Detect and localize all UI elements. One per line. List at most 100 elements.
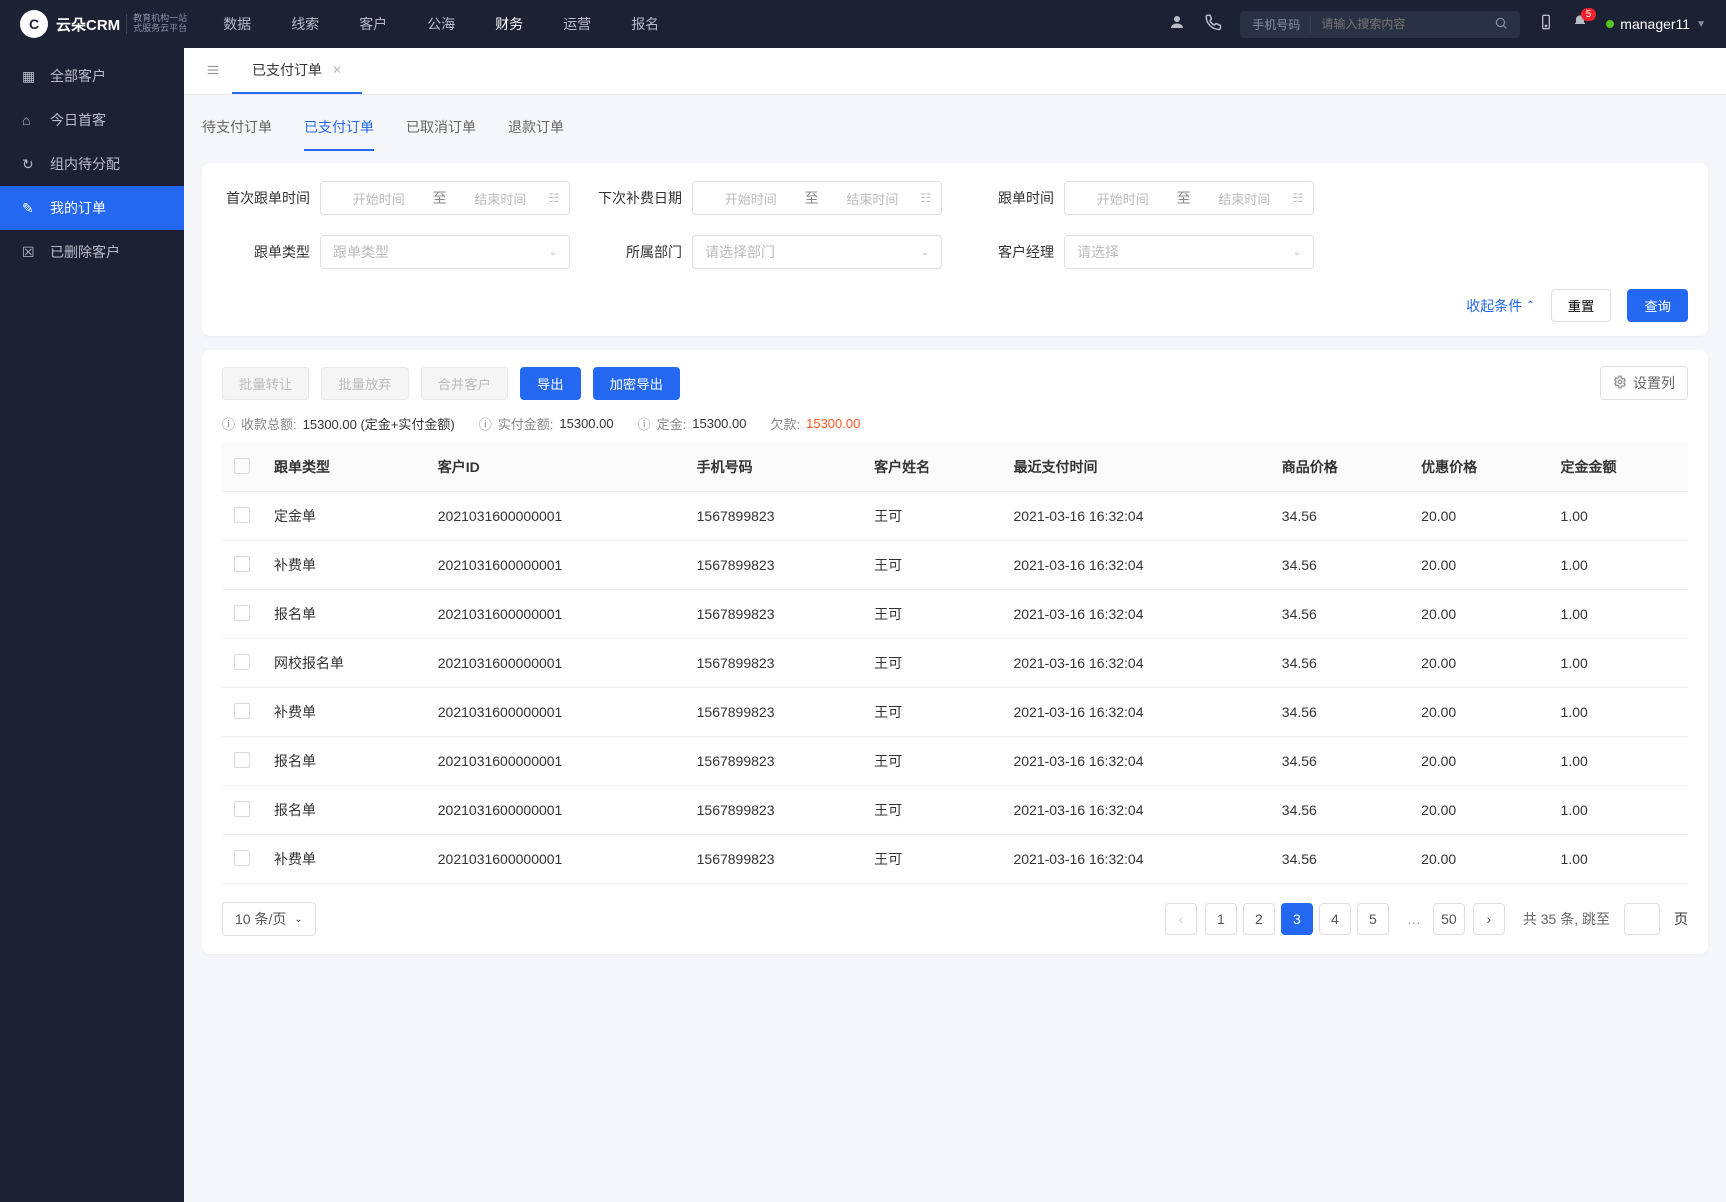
user-icon[interactable] bbox=[1168, 13, 1186, 36]
topnav-item-2[interactable]: 客户 bbox=[353, 14, 393, 34]
page-button-2[interactable]: 2 bbox=[1243, 903, 1275, 935]
column-header: 定金金额 bbox=[1549, 443, 1688, 492]
phone-icon[interactable] bbox=[1204, 13, 1222, 36]
sub-tab-2[interactable]: 已取消订单 bbox=[406, 109, 476, 151]
row-checkbox[interactable] bbox=[234, 605, 250, 621]
sidebar-item-label: 今日首客 bbox=[50, 110, 106, 130]
sub-tab-1[interactable]: 已支付订单 bbox=[304, 109, 374, 151]
table-row[interactable]: 报名单20210316000000011567899823王可2021-03-1… bbox=[222, 786, 1688, 835]
query-button[interactable]: 查询 bbox=[1627, 289, 1688, 322]
order-sub-tabs: 待支付订单已支付订单已取消订单退款订单 bbox=[202, 109, 1708, 151]
next-fee-daterange[interactable]: 开始时间 至 结束时间 ☷ bbox=[692, 181, 942, 215]
search-icon[interactable] bbox=[1494, 16, 1508, 33]
cell: 20.00 bbox=[1409, 639, 1548, 688]
cell: 34.56 bbox=[1270, 737, 1409, 786]
next-page-button[interactable]: › bbox=[1473, 903, 1505, 935]
cell: 2021031600000001 bbox=[426, 786, 685, 835]
topnav-item-6[interactable]: 报名 bbox=[625, 14, 665, 34]
cell: 1567899823 bbox=[685, 590, 862, 639]
sidebar-item-label: 全部客户 bbox=[50, 66, 106, 86]
user-menu[interactable]: manager11 ▼ bbox=[1606, 16, 1706, 32]
sub-tab-0[interactable]: 待支付订单 bbox=[202, 109, 272, 151]
table-row[interactable]: 定金单20210316000000011567899823王可2021-03-1… bbox=[222, 492, 1688, 541]
row-checkbox[interactable] bbox=[234, 507, 250, 523]
row-checkbox[interactable] bbox=[234, 654, 250, 670]
page-button-4[interactable]: 4 bbox=[1319, 903, 1351, 935]
bell-icon[interactable]: 5 bbox=[1572, 14, 1588, 35]
row-checkbox[interactable] bbox=[234, 556, 250, 572]
jump-suffix: 页 bbox=[1674, 909, 1688, 929]
table-row[interactable]: 报名单20210316000000011567899823王可2021-03-1… bbox=[222, 590, 1688, 639]
sidebar-item-2[interactable]: ↻组内待分配 bbox=[0, 142, 184, 186]
table-row[interactable]: 报名单20210316000000011567899823王可2021-03-1… bbox=[222, 737, 1688, 786]
cell: 2021-03-16 16:32:04 bbox=[1001, 688, 1269, 737]
topnav-item-4[interactable]: 财务 bbox=[489, 14, 529, 34]
row-checkbox[interactable] bbox=[234, 752, 250, 768]
mobile-icon[interactable] bbox=[1538, 14, 1554, 35]
topnav-item-1[interactable]: 线索 bbox=[285, 14, 325, 34]
merge-customer-button[interactable]: 合并客户 bbox=[421, 367, 508, 400]
sidebar-item-3[interactable]: ✎我的订单 bbox=[0, 186, 184, 230]
encrypt-export-button[interactable]: 加密导出 bbox=[593, 367, 680, 400]
topnav-item-5[interactable]: 运营 bbox=[557, 14, 597, 34]
follow-time-daterange[interactable]: 开始时间 至 结束时间 ☷ bbox=[1064, 181, 1314, 215]
column-settings-button[interactable]: 设置列 bbox=[1600, 366, 1688, 400]
sidebar-item-1[interactable]: ⌂今日首客 bbox=[0, 98, 184, 142]
filter-label-manager: 客户经理 bbox=[966, 242, 1054, 262]
chevron-down-icon: ▼ bbox=[1696, 19, 1706, 30]
dept-select[interactable]: 请选择部门 ⌄ bbox=[692, 235, 942, 269]
table-panel: 批量转让 批量放弃 合并客户 导出 加密导出 设置列 ⓘ收款总额: 15300.… bbox=[202, 350, 1708, 954]
topnav-item-3[interactable]: 公海 bbox=[421, 14, 461, 34]
top-nav: 数据 线索 客户 公海 财务 运营 报名 bbox=[217, 14, 665, 34]
close-icon[interactable]: ✕ bbox=[332, 63, 342, 77]
page-button-5[interactable]: 5 bbox=[1357, 903, 1389, 935]
select-all-checkbox[interactable] bbox=[234, 458, 250, 474]
prev-page-button[interactable]: ‹ bbox=[1165, 903, 1197, 935]
page-button-3[interactable]: 3 bbox=[1281, 903, 1313, 935]
cell: 2021031600000001 bbox=[426, 541, 685, 590]
export-button[interactable]: 导出 bbox=[520, 367, 581, 400]
first-follow-daterange[interactable]: 开始时间 至 结束时间 ☷ bbox=[320, 181, 570, 215]
logo[interactable]: C 云朵CRM 教育机构一站式服务云平台 bbox=[20, 10, 187, 38]
search-type-select[interactable]: 手机号码 bbox=[1252, 16, 1311, 33]
global-search[interactable]: 手机号码 bbox=[1240, 11, 1520, 38]
follow-type-select[interactable]: 跟单类型 ⌄ bbox=[320, 235, 570, 269]
search-input[interactable] bbox=[1321, 17, 1494, 31]
collapse-filters-link[interactable]: 收起条件 ⌃ bbox=[1466, 296, 1534, 316]
cell: 1567899823 bbox=[685, 492, 862, 541]
batch-abandon-button[interactable]: 批量放弃 bbox=[321, 367, 408, 400]
sidebar-toggle-icon[interactable] bbox=[194, 53, 232, 90]
table-row[interactable]: 补费单20210316000000011567899823王可2021-03-1… bbox=[222, 541, 1688, 590]
manager-select[interactable]: 请选择 ⌄ bbox=[1064, 235, 1314, 269]
sidebar-item-0[interactable]: ▦ 全部客户 bbox=[0, 54, 184, 98]
table-row[interactable]: 补费单20210316000000011567899823王可2021-03-1… bbox=[222, 835, 1688, 884]
sidebar-icon: ▦ bbox=[22, 68, 38, 85]
batch-transfer-button[interactable]: 批量转让 bbox=[222, 367, 309, 400]
page-button-1[interactable]: 1 bbox=[1205, 903, 1237, 935]
row-checkbox[interactable] bbox=[234, 801, 250, 817]
page-last-button[interactable]: 50 bbox=[1433, 903, 1465, 935]
cell: 1567899823 bbox=[685, 737, 862, 786]
cell: 34.56 bbox=[1270, 590, 1409, 639]
cell: 34.56 bbox=[1270, 639, 1409, 688]
cell: 34.56 bbox=[1270, 541, 1409, 590]
sidebar-icon: ↻ bbox=[22, 156, 38, 173]
cell: 2021031600000001 bbox=[426, 639, 685, 688]
cell: 王可 bbox=[862, 688, 1001, 737]
reset-button[interactable]: 重置 bbox=[1551, 289, 1612, 322]
sub-tab-3[interactable]: 退款订单 bbox=[508, 109, 564, 151]
main-area: 已支付订单 ✕ 待支付订单已支付订单已取消订单退款订单 首次跟单时间 开始时间 … bbox=[184, 48, 1726, 1202]
cell: 王可 bbox=[862, 737, 1001, 786]
filter-label-first-follow: 首次跟单时间 bbox=[222, 188, 310, 208]
table-row[interactable]: 补费单20210316000000011567899823王可2021-03-1… bbox=[222, 688, 1688, 737]
page-tab-paid-orders[interactable]: 已支付订单 ✕ bbox=[232, 48, 362, 94]
per-page-select[interactable]: 10 条/页 ⌄ bbox=[222, 902, 316, 936]
table-row[interactable]: 网校报名单20210316000000011567899823王可2021-03… bbox=[222, 639, 1688, 688]
topnav-item-0[interactable]: 数据 bbox=[217, 14, 257, 34]
sidebar-item-4[interactable]: ☒已删除客户 bbox=[0, 230, 184, 274]
row-checkbox[interactable] bbox=[234, 703, 250, 719]
page-tab-label: 已支付订单 bbox=[252, 60, 322, 80]
jump-page-input[interactable] bbox=[1624, 903, 1660, 935]
row-checkbox[interactable] bbox=[234, 850, 250, 866]
logo-brand: 云朵CRM bbox=[56, 14, 120, 35]
